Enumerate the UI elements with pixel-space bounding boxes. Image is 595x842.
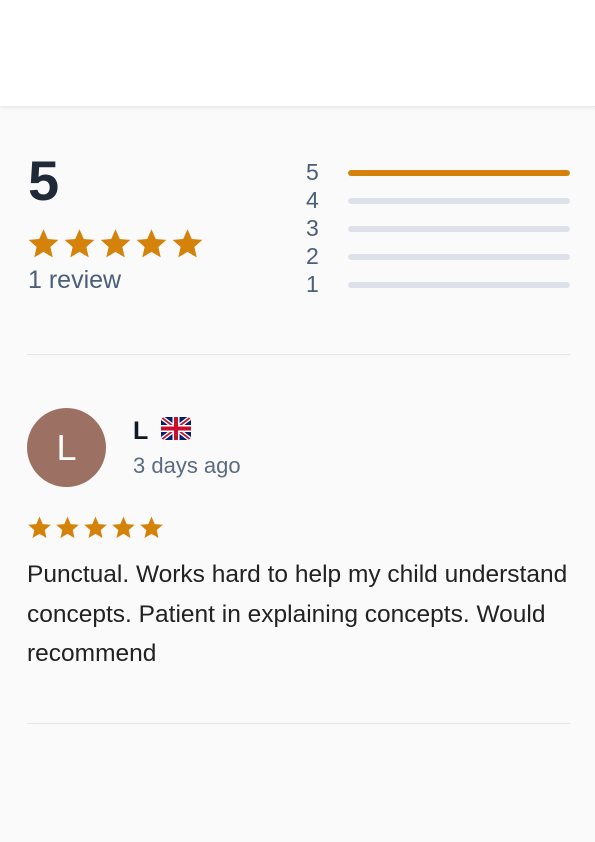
histogram-row-5: 5 (306, 158, 570, 186)
histogram-track (348, 226, 570, 232)
histogram-label: 4 (306, 187, 319, 213)
review-count: 1 review (28, 266, 122, 294)
histogram-label: 3 (306, 215, 319, 241)
histogram-row-1: 1 (306, 270, 570, 298)
star-icon (140, 516, 163, 539)
star-icon (56, 516, 79, 539)
star-icon (28, 229, 59, 258)
star-icon (28, 516, 51, 539)
histogram-track (348, 170, 570, 176)
uk-flag-icon (161, 417, 191, 440)
top-bar (0, 0, 595, 107)
divider (27, 723, 570, 724)
reviewer-name: L (133, 417, 149, 445)
star-icon (100, 229, 131, 258)
histogram-track (348, 198, 570, 204)
histogram-label: 2 (306, 243, 319, 269)
review-date: 3 days ago (133, 453, 241, 478)
star-icon (112, 516, 135, 539)
histogram-label: 1 (306, 271, 319, 297)
star-icon (136, 229, 167, 258)
star-icon (172, 229, 203, 258)
review-card: L L 3 days ago Punctual. Works hard to h… (0, 355, 595, 723)
summary-stars (27, 227, 204, 260)
histogram-row-4: 4 (306, 186, 570, 214)
histogram-track (348, 254, 570, 260)
histogram-row-3: 3 (306, 214, 570, 242)
histogram-track (348, 282, 570, 288)
review-stars (27, 515, 164, 540)
review-text: Punctual. Works hard to help my child un… (27, 561, 568, 667)
histogram-row-2: 2 (306, 242, 570, 270)
rating-summary: 5 1 review 5 4 3 2 1 (0, 106, 595, 354)
histogram-fill (348, 170, 570, 176)
star-icon (64, 229, 95, 258)
rating-histogram: 5 4 3 2 1 (306, 158, 570, 298)
average-rating: 5 (28, 149, 60, 212)
histogram-label: 5 (306, 159, 319, 185)
avatar: L (27, 408, 106, 487)
star-icon (84, 516, 107, 539)
